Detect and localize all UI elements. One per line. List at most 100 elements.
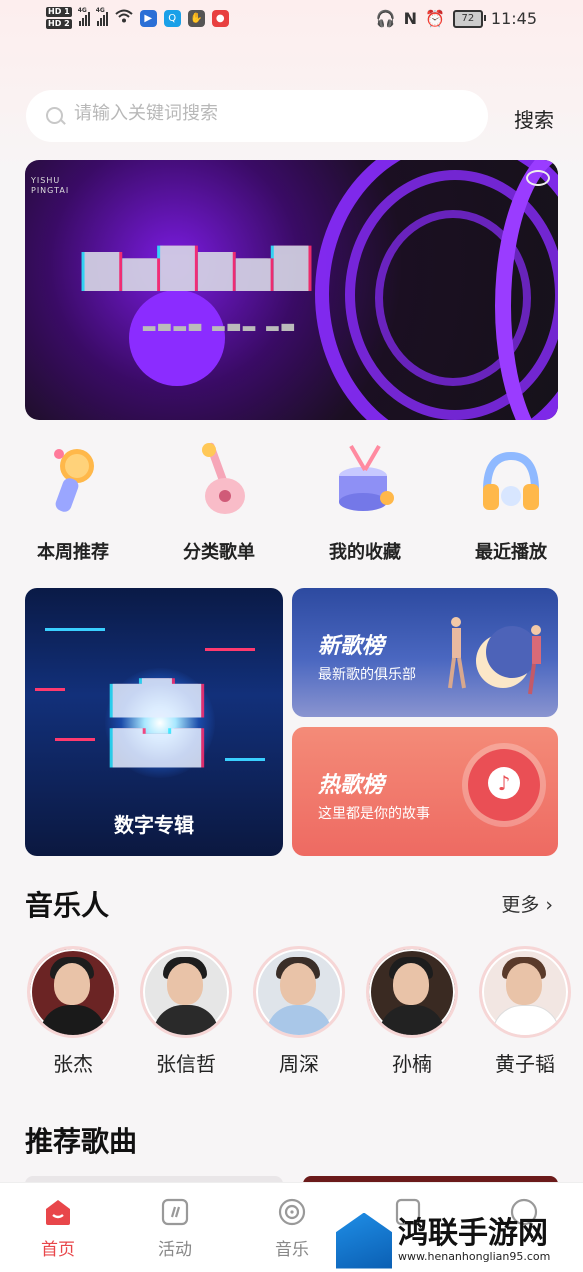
digital-album-caption: 数字专辑: [114, 813, 194, 837]
banner-tag-line: YISHU: [31, 176, 61, 185]
tab-music[interactable]: 音乐: [252, 1197, 332, 1260]
artist-item[interactable]: 张信哲: [138, 946, 234, 1077]
search-input[interactable]: [72, 102, 476, 125]
alarm-icon: ⏰: [424, 9, 445, 28]
quick-entry-recent[interactable]: 最近播放: [456, 440, 566, 564]
hot-songs-chart-card[interactable]: 热歌榜 这里都是你的故事: [292, 727, 558, 856]
artist-item[interactable]: 张杰: [25, 946, 121, 1077]
quick-entry-categories[interactable]: 分类歌单: [164, 440, 274, 564]
battery-level: 72: [461, 13, 475, 24]
signal-icon-2: 4G: [95, 7, 108, 26]
artist-avatar-face: [393, 963, 429, 1005]
light-streak: [225, 758, 265, 761]
digital-album-card[interactable]: ▆▇▆ ▇▆▇ 数字专辑: [25, 588, 283, 856]
watermark-logo-icon: [336, 1212, 392, 1269]
guitar-icon: [183, 440, 255, 520]
hot-songs-title: 热歌榜: [318, 773, 385, 798]
light-streak: [55, 738, 95, 741]
watermark-name: 鸿联手游网: [398, 1216, 548, 1251]
tab-label: 音乐: [275, 1240, 309, 1260]
hd-indicators: HD 1 HD 2: [46, 7, 72, 29]
tab-label: 首页: [41, 1240, 75, 1260]
tab-activity[interactable]: 活动: [135, 1197, 215, 1260]
quick-entry-favorites[interactable]: 我的收藏: [310, 440, 420, 564]
banner-tag: YISHU PINGTAI: [31, 176, 69, 196]
artist-avatar: [366, 946, 458, 1038]
quick-entry-label: 我的收藏: [329, 542, 401, 563]
tab-home[interactable]: 首页: [18, 1197, 98, 1260]
quick-entry-label: 分类歌单: [183, 542, 255, 563]
artist-avatar-body: [266, 1005, 332, 1035]
signal-icon: 4G: [77, 7, 90, 26]
artist-item[interactable]: 黄子韬: [477, 946, 573, 1077]
new-songs-title: 新歌榜: [318, 634, 385, 659]
banner-sphere: [129, 290, 225, 386]
battery-icon: 72: [452, 9, 486, 28]
artists-list: 张杰 张信哲 周深 孙楠 黄子韬: [0, 946, 583, 1076]
disc-icon: [277, 1197, 307, 1227]
artist-avatar-body: [379, 1005, 445, 1035]
dog-notification-icon: ●: [211, 9, 229, 27]
banner-glitch-subtitle: ▂▃▂▃ ▂▃▂ ▂▃: [143, 312, 297, 331]
artist-avatar-body: [40, 1005, 106, 1035]
quick-entries: 本周推荐 分类歌单 我的收藏 最近播放: [0, 440, 583, 570]
activity-icon: [160, 1197, 190, 1227]
quick-entry-label: 本周推荐: [37, 542, 109, 563]
artist-avatar: [253, 946, 345, 1038]
hd1-badge: HD 1: [46, 7, 72, 17]
network-type-2: 4G: [95, 7, 105, 14]
hand-notification-icon: ✋: [187, 9, 205, 27]
quick-entry-weekly[interactable]: 本周推荐: [18, 440, 128, 564]
artist-name: 张信哲: [156, 1052, 216, 1076]
tab-label: 活动: [158, 1240, 192, 1260]
nfc-icon: N: [403, 9, 417, 28]
banner-logo-icon: [526, 170, 550, 186]
light-streak: [35, 688, 65, 691]
artist-name: 黄子韬: [495, 1052, 555, 1076]
drum-icon: [329, 440, 401, 520]
digital-album-glitch-art: ▆▇▆ ▇▆▇: [113, 673, 201, 767]
music-disc-icon: [468, 749, 540, 821]
artist-avatar: [140, 946, 232, 1038]
hot-songs-desc: 这里都是你的故事: [318, 806, 430, 822]
site-watermark: 鸿联手游网 www.henanhonglian95.com: [336, 1210, 583, 1271]
artist-item[interactable]: 周深: [251, 946, 347, 1077]
search-button[interactable]: 搜索: [514, 104, 554, 133]
new-songs-chart-card[interactable]: 新歌榜 最新歌的俱乐部: [292, 588, 558, 717]
artist-avatar: [479, 946, 571, 1038]
hd2-badge: HD 2: [46, 19, 72, 29]
artist-avatar-face: [506, 963, 542, 1005]
search-bar: [26, 90, 488, 142]
clock: 11:45: [490, 9, 537, 28]
status-bar: HD 1 HD 2 4G 4G ▶ Q ✋ ● 🎧 N ⏰ 72 11:45: [0, 0, 583, 44]
network-type: 4G: [77, 7, 87, 14]
headphones-icon: [475, 440, 547, 520]
headphones-status-icon: 🎧: [375, 9, 396, 28]
search-icon: [46, 107, 63, 124]
light-streak: [45, 628, 105, 631]
app-notification-icon: ▶: [139, 9, 157, 27]
light-streak: [205, 648, 255, 651]
wifi-icon: [115, 9, 133, 27]
dancers-illustration: [448, 617, 541, 695]
songs-section-title: 推荐歌曲: [25, 1125, 138, 1158]
artist-avatar-body: [153, 1005, 219, 1035]
banner-glitch-art: ▆▅▇▆▅▇: [85, 240, 313, 291]
microphone-icon: [37, 440, 109, 520]
artists-section-title: 音乐人: [25, 889, 110, 922]
artist-avatar: [27, 946, 119, 1038]
promo-banner[interactable]: ▆▅▇▆▅▇ ▂▃▂▃ ▂▃▂ ▂▃ YISHU PINGTAI: [25, 160, 558, 420]
artist-avatar-face: [54, 963, 90, 1005]
browser-notification-icon: Q: [163, 9, 181, 27]
artist-name: 张杰: [53, 1052, 93, 1076]
artist-avatar-face: [167, 963, 203, 1005]
artist-name: 孙楠: [392, 1052, 432, 1076]
artist-avatar-face: [280, 963, 316, 1005]
artists-more-link[interactable]: 更多 ›: [501, 890, 553, 917]
new-songs-desc: 最新歌的俱乐部: [318, 667, 416, 683]
artist-item[interactable]: 孙楠: [364, 946, 460, 1077]
banner-tag-line: PINGTAI: [31, 186, 70, 195]
artist-name: 周深: [279, 1052, 319, 1076]
artist-avatar-body: [492, 1005, 560, 1035]
quick-entry-label: 最近播放: [475, 542, 547, 563]
